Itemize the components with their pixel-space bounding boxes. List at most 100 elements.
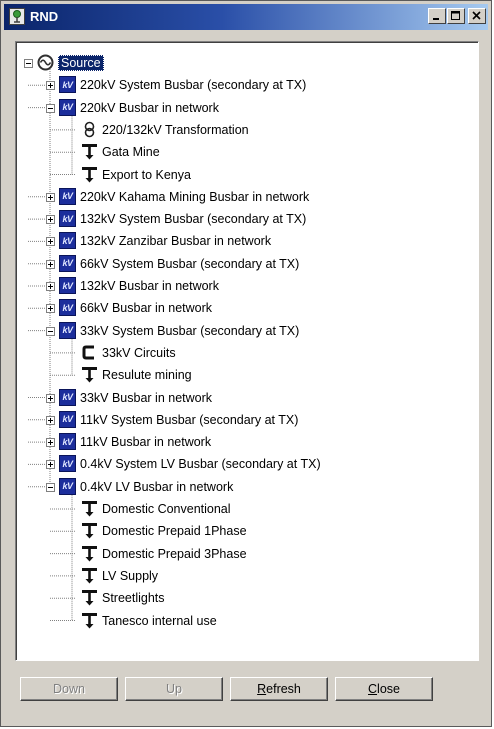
tree-node[interactable]: kV 220kV System Busbar (secondary at TX): [16, 75, 476, 95]
tree-node[interactable]: Resulute mining: [16, 365, 476, 385]
kv-busbar-icon: kV: [59, 232, 76, 250]
expand-icon[interactable]: [46, 415, 55, 425]
expand-icon[interactable]: [46, 460, 55, 470]
maximize-icon: [451, 11, 460, 20]
down-button[interactable]: Down: [20, 677, 118, 701]
close-button[interactable]: Close: [335, 677, 433, 701]
expand-icon[interactable]: [46, 215, 55, 225]
kv-busbar-icon: kV: [59, 433, 76, 451]
expand-icon[interactable]: [46, 438, 55, 448]
tree-node-label: 33kV System Busbar (secondary at TX): [80, 323, 300, 338]
tree-node-label: Export to Kenya: [102, 167, 191, 182]
expand-icon[interactable]: [46, 393, 55, 403]
tree-node[interactable]: 33kV Circuits: [16, 343, 476, 363]
close-window-button[interactable]: [468, 8, 486, 24]
tree-node[interactable]: kV 66kV System Busbar (secondary at TX): [16, 254, 476, 274]
collapse-icon[interactable]: [46, 482, 55, 492]
tree-node-label: 220kV System Busbar (secondary at TX): [80, 78, 307, 93]
kv-busbar-icon: kV: [59, 210, 76, 228]
minimize-icon: [433, 18, 439, 20]
title-bar[interactable]: RND: [4, 4, 488, 30]
tree-node-label: 132kV Busbar in network: [80, 279, 219, 293]
tree-node-label: 33kV Circuits: [102, 345, 176, 360]
expand-icon[interactable]: [46, 237, 55, 247]
tree-node-label: Tanesco internal use: [102, 613, 217, 628]
load-icon: [82, 144, 97, 160]
minimize-button[interactable]: [428, 8, 446, 24]
tree-node[interactable]: kV 132kV System Busbar (secondary at TX): [16, 209, 476, 229]
rnd-window: RND Source kV 220kV System Busbar (seconda…: [0, 0, 492, 727]
kv-busbar-icon: kV: [59, 277, 76, 294]
tree-node-label: 220kV Kahama Mining Busbar in network: [80, 189, 310, 204]
expand-icon[interactable]: [46, 192, 55, 202]
tree-node[interactable]: Tanesco internal use: [16, 611, 476, 631]
tree-node-label: Domestic Prepaid 1Phase: [102, 524, 247, 539]
tree-node[interactable]: kV 66kV Busbar in network: [16, 298, 476, 318]
tree-node-label: Domestic Prepaid 3Phase: [102, 546, 247, 561]
refresh-button-label: Refresh: [257, 682, 301, 696]
collapse-icon[interactable]: [24, 59, 33, 68]
tree-node[interactable]: kV 132kV Busbar in network: [16, 276, 476, 296]
up-button-label: Up: [166, 682, 182, 696]
collapse-icon[interactable]: [46, 326, 55, 336]
collapse-icon[interactable]: [46, 103, 55, 113]
load-icon: [82, 567, 97, 584]
tree-node[interactable]: Export to Kenya: [16, 165, 476, 185]
tree-node[interactable]: kV 11kV System Busbar (secondary at TX): [16, 410, 476, 430]
kv-busbar-icon: kV: [59, 76, 76, 94]
tree-node-label: 0.4kV System LV Busbar (secondary at TX): [80, 457, 321, 472]
kv-busbar-icon: kV: [59, 410, 76, 428]
tree-node[interactable]: kV 33kV Busbar in network: [16, 388, 476, 408]
kv-busbar-icon: kV: [59, 388, 76, 406]
load-icon: [82, 166, 97, 182]
tree-node[interactable]: kV 220kV Kahama Mining Busbar in network: [16, 187, 476, 207]
kv-busbar-icon: kV: [59, 98, 76, 116]
tree-node[interactable]: Gata Mine: [16, 142, 476, 162]
tree-node-label: 11kV System Busbar (secondary at TX): [80, 412, 299, 427]
expand-icon[interactable]: [46, 259, 55, 269]
app-icon: [9, 8, 25, 25]
tree-node[interactable]: Source: [16, 53, 476, 73]
tree-node[interactable]: LV Supply: [16, 566, 476, 586]
tree-node[interactable]: kV 220kV Busbar in network: [16, 98, 476, 118]
network-tree-view[interactable]: Source kV 220kV System Busbar (secondary a…: [15, 41, 479, 661]
tree-node[interactable]: 220/132kV Transformation: [16, 120, 476, 140]
tree-node[interactable]: Domestic Prepaid 1Phase: [16, 521, 476, 541]
tree-node-label: Resulute mining: [102, 368, 192, 383]
window-title: RND: [30, 9, 59, 24]
tree-node-label: 220/132kV Transformation: [102, 122, 249, 137]
maximize-button[interactable]: [447, 8, 465, 24]
tree-node-label: Source: [58, 55, 104, 71]
load-icon: [82, 612, 97, 628]
refresh-button[interactable]: Refresh: [230, 677, 328, 701]
tree-node[interactable]: kV 11kV Busbar in network: [16, 432, 476, 452]
load-icon: [82, 523, 97, 539]
tree-node-label: Streetlights: [102, 591, 165, 606]
load-icon: [82, 545, 97, 562]
tree-node-label: Domestic Conventional: [102, 502, 231, 516]
tree-node[interactable]: kV 33kV System Busbar (secondary at TX): [16, 321, 476, 341]
tree-node[interactable]: kV 132kV Zanzibar Busbar in network: [16, 231, 476, 251]
tree-node[interactable]: Domestic Conventional: [16, 499, 476, 519]
load-icon: [82, 367, 97, 383]
kv-busbar-icon: kV: [59, 299, 76, 317]
transformer-icon: [84, 121, 95, 138]
tree-node[interactable]: kV 0.4kV System LV Busbar (secondary at T…: [16, 454, 476, 474]
expand-icon[interactable]: [46, 81, 55, 91]
up-button[interactable]: Up: [125, 677, 223, 701]
tree-node-label: 220kV Busbar in network: [80, 100, 219, 115]
kv-busbar-icon: kV: [59, 187, 76, 205]
tree-node-label: 0.4kV LV Busbar in network: [80, 479, 234, 494]
source-icon: [37, 54, 54, 71]
load-icon: [82, 501, 97, 517]
kv-busbar-icon: kV: [59, 254, 76, 272]
expand-icon[interactable]: [46, 304, 55, 314]
kv-busbar-icon: kV: [59, 321, 76, 339]
expand-icon[interactable]: [46, 282, 55, 291]
tree-node[interactable]: Domestic Prepaid 3Phase: [16, 544, 476, 564]
circuit-icon: [82, 345, 94, 360]
tree-node[interactable]: Streetlights: [16, 588, 476, 608]
tree-node[interactable]: kV 0.4kV LV Busbar in network: [16, 477, 476, 497]
tree-node-label: 132kV Zanzibar Busbar in network: [80, 234, 272, 249]
tree-node-label: 66kV System Busbar (secondary at TX): [80, 256, 300, 271]
